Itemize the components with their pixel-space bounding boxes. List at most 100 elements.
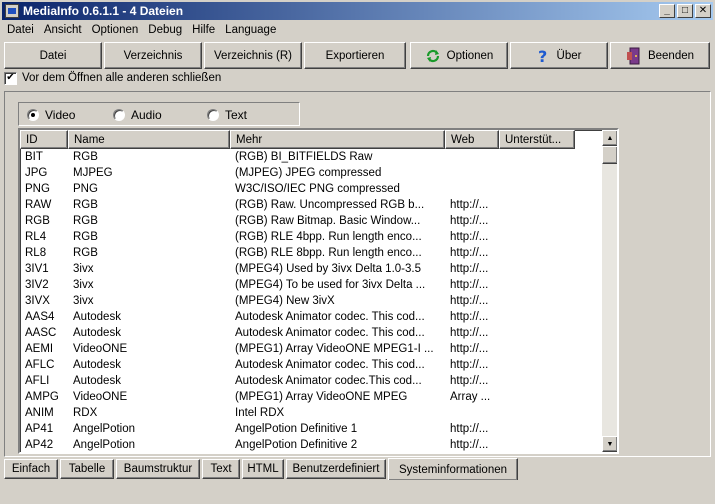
cell-id: 3IV2 (25, 279, 49, 291)
column-header-name[interactable]: Name (68, 130, 230, 149)
radio-audio-button[interactable] (113, 109, 125, 121)
cell-web: http://... (450, 215, 489, 227)
table-row[interactable]: BIT RGB (RGB) BI_BITFIELDS Raw (20, 149, 602, 165)
menu-ansicht[interactable]: Ansicht (39, 24, 87, 36)
datei-button[interactable]: Datei (4, 42, 102, 69)
cell-mehr: Autodesk Animator codec. This cod... (235, 327, 425, 339)
list-rows: BIT RGB (RGB) BI_BITFIELDS Raw JPG MJPEG (MJP… (20, 149, 602, 452)
scroll-down-button[interactable]: ▼ (602, 436, 617, 452)
cell-mehr: (MPEG1) Array VideoONE MPEG (235, 391, 408, 403)
cell-id: RGB (25, 215, 50, 227)
optionen-button[interactable]: Optionen (410, 42, 508, 69)
cell-web: http://... (450, 327, 489, 339)
cell-id: AFLC (25, 359, 55, 371)
menu-language[interactable]: Language (220, 24, 281, 36)
tab-benutzerdefiniert[interactable]: Benutzerdefiniert (286, 459, 386, 479)
minimize-button[interactable]: _ (659, 4, 675, 18)
verzeichnis-r-button[interactable]: Verzeichnis (R) (204, 42, 302, 69)
tab-einfach[interactable]: Einfach (4, 459, 58, 479)
table-row[interactable]: AASC Autodesk Autodesk Animator codec. Thi… (20, 325, 602, 341)
table-row[interactable]: ANIM RDX Intel RDX (20, 405, 602, 421)
cell-mehr: (MPEG4) To be used for 3ivx Delta ... (235, 279, 426, 291)
table-row[interactable]: 3IVX 3ivx (MPEG4) New 3ivX http://... (20, 293, 602, 309)
tab-baumstruktur[interactable]: Baumstruktur (116, 459, 200, 479)
maximize-button[interactable]: □ (677, 4, 693, 18)
menu-hilfe[interactable]: Hilfe (187, 24, 220, 36)
cell-mehr: (RGB) Raw Bitmap. Basic Window... (235, 215, 421, 227)
table-row[interactable]: AFLI Autodesk Autodesk Animator codec.This… (20, 373, 602, 389)
cell-name: RGB (73, 231, 98, 243)
cell-name: VideoONE (73, 343, 128, 355)
svg-text:?: ? (538, 48, 547, 64)
cell-name: AngelPotion (73, 423, 136, 435)
cell-mehr: W3C/ISO/IEC PNG compressed (235, 183, 400, 195)
verzeichnis-r-button-label: Verzeichnis (R) (214, 49, 292, 62)
menu-optionen[interactable]: Optionen (87, 24, 144, 36)
tab-systeminformationen[interactable]: Systeminformationen (388, 458, 518, 480)
menu-datei[interactable]: Datei (2, 24, 39, 36)
radio-text-label: Text (225, 108, 248, 122)
cell-mehr: Autodesk Animator codec. This cod... (235, 311, 425, 323)
cell-mehr: (RGB) Raw. Uncompressed RGB b... (235, 199, 425, 211)
cell-name: RDX (73, 407, 98, 419)
cell-mehr: AngelPotion Definitive 1 (235, 423, 358, 435)
radio-video-button[interactable] (27, 109, 39, 121)
close-others-checkbox[interactable]: ✔ (4, 71, 17, 85)
cell-web: http://... (450, 311, 489, 323)
optionen-button-label: Optionen (446, 49, 494, 62)
menu-debug[interactable]: Debug (143, 24, 187, 36)
cell-web: http://... (450, 231, 489, 243)
cell-web: Array ... (450, 391, 491, 403)
vertical-scrollbar[interactable]: ▲ ▼ (602, 130, 617, 452)
scroll-up-button[interactable]: ▲ (602, 130, 617, 146)
ueber-button-label: Über (556, 49, 582, 62)
column-header-id[interactable]: ID (20, 130, 68, 149)
tab-html[interactable]: HTML (242, 459, 284, 479)
radio-audio-label: Audio (131, 108, 162, 122)
ueber-button[interactable]: ? Über (510, 42, 608, 69)
table-row[interactable]: AP41 AngelPotion AngelPotion Definitive 1 h… (20, 421, 602, 437)
table-row[interactable]: PNG PNG W3C/ISO/IEC PNG compressed (20, 181, 602, 197)
cell-mehr: (RGB) BI_BITFIELDS Raw (235, 151, 373, 163)
table-row[interactable]: RAW RGB (RGB) Raw. Uncompressed RGB b... ht… (20, 197, 602, 213)
table-row[interactable]: RL4 RGB (RGB) RLE 4bpp. Run length enco...… (20, 229, 602, 245)
radio-text[interactable]: Text (207, 108, 247, 122)
table-row[interactable]: AP42 AngelPotion AngelPotion Definitive 2 h… (20, 437, 602, 452)
table-row[interactable]: RL8 RGB (RGB) RLE 8bpp. Run length enco...… (20, 245, 602, 261)
cell-id: BIT (25, 151, 43, 163)
table-row[interactable]: AAS4 Autodesk Autodesk Animator codec. Thi… (20, 309, 602, 325)
beenden-button[interactable]: Beenden (610, 42, 710, 69)
cell-name: RGB (73, 151, 98, 163)
column-header-web[interactable]: Web (445, 130, 499, 149)
cell-id: 3IV1 (25, 263, 49, 275)
table-row[interactable]: AMPG VideoONE (MPEG1) Array VideoONE MPEG A… (20, 389, 602, 405)
cell-id: AEMI (25, 343, 54, 355)
radio-text-button[interactable] (207, 109, 219, 121)
verzeichnis-button[interactable]: Verzeichnis (104, 42, 202, 69)
cell-name: 3ivx (73, 295, 94, 307)
close-button[interactable]: ✕ (695, 4, 711, 18)
cell-name: 3ivx (73, 279, 94, 291)
table-row[interactable]: AFLC Autodesk Autodesk Animator codec. Thi… (20, 357, 602, 373)
codec-list[interactable]: ID Name Mehr Web Unterstüt... BIT RGB (RGB… (18, 128, 619, 454)
tab-text[interactable]: Text (202, 459, 240, 479)
table-row[interactable]: 3IV2 3ivx (MPEG4) To be used for 3ivx Delt… (20, 277, 602, 293)
verzeichnis-button-label: Verzeichnis (123, 49, 183, 62)
datei-button-label: Datei (39, 49, 67, 62)
radio-audio[interactable]: Audio (113, 108, 162, 122)
table-row[interactable]: JPG MJPEG (MJPEG) JPEG compressed (20, 165, 602, 181)
cell-id: JPG (25, 167, 48, 179)
tab-tabelle[interactable]: Tabelle (60, 459, 114, 479)
table-row[interactable]: RGB RGB (RGB) Raw Bitmap. Basic Window... h… (20, 213, 602, 229)
table-row[interactable]: AEMI VideoONE (MPEG1) Array VideoONE MPEG1… (20, 341, 602, 357)
column-header-unterstuetzt[interactable]: Unterstüt... (499, 130, 575, 149)
cell-id: PNG (25, 183, 50, 195)
cell-name: Autodesk (73, 327, 121, 339)
cell-web: http://... (450, 439, 489, 451)
exportieren-button[interactable]: Exportieren (304, 42, 406, 69)
table-row[interactable]: 3IV1 3ivx (MPEG4) Used by 3ivx Delta 1.0-3… (20, 261, 602, 277)
column-header-mehr[interactable]: Mehr (230, 130, 445, 149)
radio-video[interactable]: Video (27, 108, 75, 122)
scroll-thumb[interactable] (602, 146, 617, 164)
cell-id: AASC (25, 327, 57, 339)
